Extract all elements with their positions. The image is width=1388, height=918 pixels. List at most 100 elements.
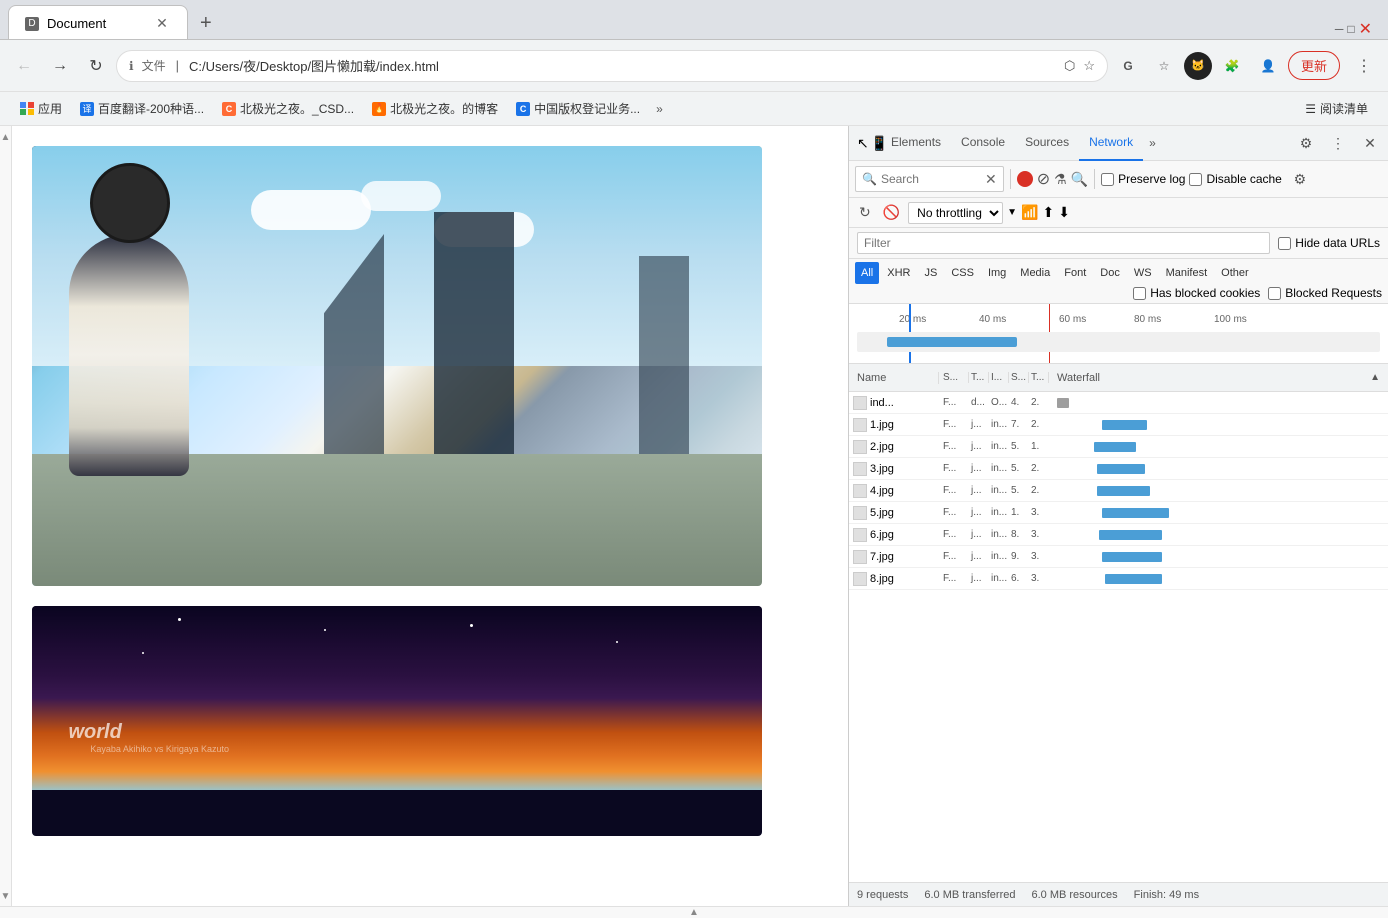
- filter-input[interactable]: [857, 232, 1270, 254]
- stop-recording-button[interactable]: ⊘: [1037, 169, 1050, 189]
- tab-elements[interactable]: Elements: [881, 126, 951, 161]
- reading-list-button[interactable]: ☰ 阅读清单: [1297, 96, 1376, 121]
- scroll-up-icon[interactable]: ▲: [1, 132, 11, 143]
- hide-data-urls-checkbox[interactable]: Hide data URLs: [1278, 236, 1380, 250]
- download-icon[interactable]: ⬇: [1058, 204, 1070, 221]
- filter-img-button[interactable]: Img: [982, 262, 1012, 284]
- cell-time-1: 2.: [1029, 419, 1049, 430]
- disable-cache-checkbox[interactable]: Disable cache: [1189, 172, 1281, 186]
- filter-manifest-button[interactable]: Manifest: [1160, 262, 1214, 284]
- scroll-down-icon[interactable]: ▼: [1, 891, 11, 902]
- forward-button[interactable]: →: [44, 50, 76, 82]
- inspect-icon[interactable]: ↖: [857, 135, 869, 152]
- filter-font-button[interactable]: Font: [1058, 262, 1092, 284]
- cell-initiator-0: O...: [989, 397, 1009, 408]
- close-window-icon[interactable]: ✕: [1359, 19, 1372, 39]
- network-row[interactable]: 2.jpg F... j... in... 5. 1.: [849, 436, 1388, 458]
- clear-button[interactable]: 🚫: [879, 202, 904, 223]
- network-row[interactable]: 7.jpg F... j... in... 9. 3.: [849, 546, 1388, 568]
- network-row[interactable]: 5.jpg F... j... in... 1. 3.: [849, 502, 1388, 524]
- extension2-icon[interactable]: 🧩: [1216, 50, 1248, 82]
- search-input[interactable]: [881, 172, 981, 186]
- devtools-close-button[interactable]: ✕: [1356, 129, 1384, 157]
- minimize-icon[interactable]: ─: [1335, 22, 1344, 36]
- filter-xhr-button[interactable]: XHR: [881, 262, 916, 284]
- devtools-menu-button[interactable]: ⋮: [1324, 129, 1352, 157]
- preserve-log-checkbox[interactable]: Preserve log: [1101, 172, 1185, 186]
- filter-all-button[interactable]: All: [855, 262, 879, 284]
- network-row[interactable]: 1.jpg F... j... in... 7. 2.: [849, 414, 1388, 436]
- filter-css-button[interactable]: CSS: [945, 262, 980, 284]
- cell-size-5: 1.: [1009, 507, 1029, 518]
- preserve-log-input[interactable]: [1101, 173, 1114, 186]
- tab-network[interactable]: Network: [1079, 126, 1143, 161]
- tab-close-button[interactable]: ✕: [153, 15, 171, 33]
- tab-sources[interactable]: Sources: [1015, 126, 1079, 161]
- header-size[interactable]: S...: [1009, 372, 1029, 383]
- filter-other-button[interactable]: Other: [1215, 262, 1255, 284]
- filter-ws-button[interactable]: WS: [1128, 262, 1158, 284]
- throttle-expand-icon[interactable]: ▼: [1007, 207, 1017, 218]
- translate-toolbar-icon[interactable]: G: [1112, 50, 1144, 82]
- search-clear-button[interactable]: ✕: [985, 171, 997, 188]
- throttle-select[interactable]: No throttling: [908, 202, 1003, 224]
- network-row[interactable]: 3.jpg F... j... in... 5. 2.: [849, 458, 1388, 480]
- back-button[interactable]: ←: [8, 50, 40, 82]
- cell-status-2: F...: [939, 441, 969, 452]
- reload-button[interactable]: ↻: [80, 50, 112, 82]
- maximize-icon[interactable]: □: [1347, 22, 1354, 36]
- search-box[interactable]: 🔍 ✕: [855, 166, 1004, 192]
- has-blocked-cookies-label[interactable]: Has blocked cookies: [1133, 286, 1260, 300]
- upload-icon[interactable]: ⬆: [1043, 204, 1055, 221]
- url-bar[interactable]: ℹ 文件 | C:/Users/夜/Desktop/图片懒加载/index.ht…: [116, 50, 1108, 82]
- filter-icon[interactable]: ⚗: [1054, 171, 1067, 188]
- header-waterfall[interactable]: Waterfall ▲: [1049, 372, 1388, 384]
- filter-media-button[interactable]: Media: [1014, 262, 1056, 284]
- disable-cache-input[interactable]: [1189, 173, 1202, 186]
- bookmark-icon[interactable]: ☆: [1083, 58, 1095, 74]
- new-tab-button[interactable]: +: [192, 8, 220, 39]
- timeline-tick-60: 60 ms: [1059, 314, 1086, 325]
- header-type[interactable]: T...: [969, 372, 989, 383]
- bookmark-csdn1[interactable]: C 北极光之夜。_CSD...: [214, 96, 362, 121]
- network-row[interactable]: 8.jpg F... j... in... 6. 3.: [849, 568, 1388, 590]
- star-icon[interactable]: ☆: [1148, 50, 1180, 82]
- extension1-icon[interactable]: 🐱: [1184, 52, 1212, 80]
- blocked-requests-input[interactable]: [1268, 287, 1281, 300]
- bookmark-baidu[interactable]: 译 百度翻译-200种语...: [72, 96, 212, 121]
- search-network-icon[interactable]: 🔍: [1071, 171, 1088, 188]
- record-button[interactable]: [1017, 171, 1033, 187]
- header-time[interactable]: T...: [1029, 372, 1049, 383]
- cell-name-2: 2.jpg: [849, 440, 939, 454]
- browser-tab[interactable]: D Document ✕: [8, 5, 188, 39]
- bookmark-blog[interactable]: 🔥 北极光之夜。的博客: [364, 96, 506, 121]
- header-initiator[interactable]: I...: [989, 372, 1009, 383]
- menu-icon[interactable]: ⋮: [1348, 50, 1380, 82]
- header-status[interactable]: S...: [939, 372, 969, 383]
- network-settings-button[interactable]: ⚙: [1286, 165, 1314, 193]
- update-button[interactable]: 更新: [1288, 51, 1340, 80]
- bookmark-copyright[interactable]: C 中国版权登记业务...: [508, 96, 648, 121]
- filter-js-button[interactable]: JS: [918, 262, 943, 284]
- cell-name-8: 8.jpg: [849, 572, 939, 586]
- network-row[interactable]: 6.jpg F... j... in... 8. 3.: [849, 524, 1388, 546]
- profile-icon[interactable]: 👤: [1252, 50, 1284, 82]
- has-blocked-cookies-input[interactable]: [1133, 287, 1146, 300]
- network-row[interactable]: ind... F... d... O... 4. 2.: [849, 392, 1388, 414]
- blocked-requests-label[interactable]: Blocked Requests: [1268, 286, 1382, 300]
- header-name[interactable]: Name: [849, 372, 939, 384]
- tab-console[interactable]: Console: [951, 126, 1015, 161]
- cell-type-7: j...: [969, 551, 989, 562]
- devtools-settings-button[interactable]: ⚙: [1292, 129, 1320, 157]
- translate-icon[interactable]: ⬡: [1064, 58, 1075, 74]
- network-table[interactable]: ind... F... d... O... 4. 2. 1.jpg F... j…: [849, 392, 1388, 882]
- hide-data-urls-input[interactable]: [1278, 237, 1291, 250]
- bookmark-apps[interactable]: 应用: [12, 96, 70, 121]
- refresh-button[interactable]: ↻: [855, 202, 875, 223]
- bookmarks-more-button[interactable]: »: [650, 98, 669, 120]
- network-row[interactable]: 4.jpg F... j... in... 5. 2.: [849, 480, 1388, 502]
- filter-doc-button[interactable]: Doc: [1094, 262, 1126, 284]
- bottom-scroll-bar[interactable]: ▲: [0, 906, 1388, 918]
- waterfall-bar-1: [1102, 420, 1147, 430]
- devtools-more-tabs[interactable]: »: [1143, 132, 1162, 154]
